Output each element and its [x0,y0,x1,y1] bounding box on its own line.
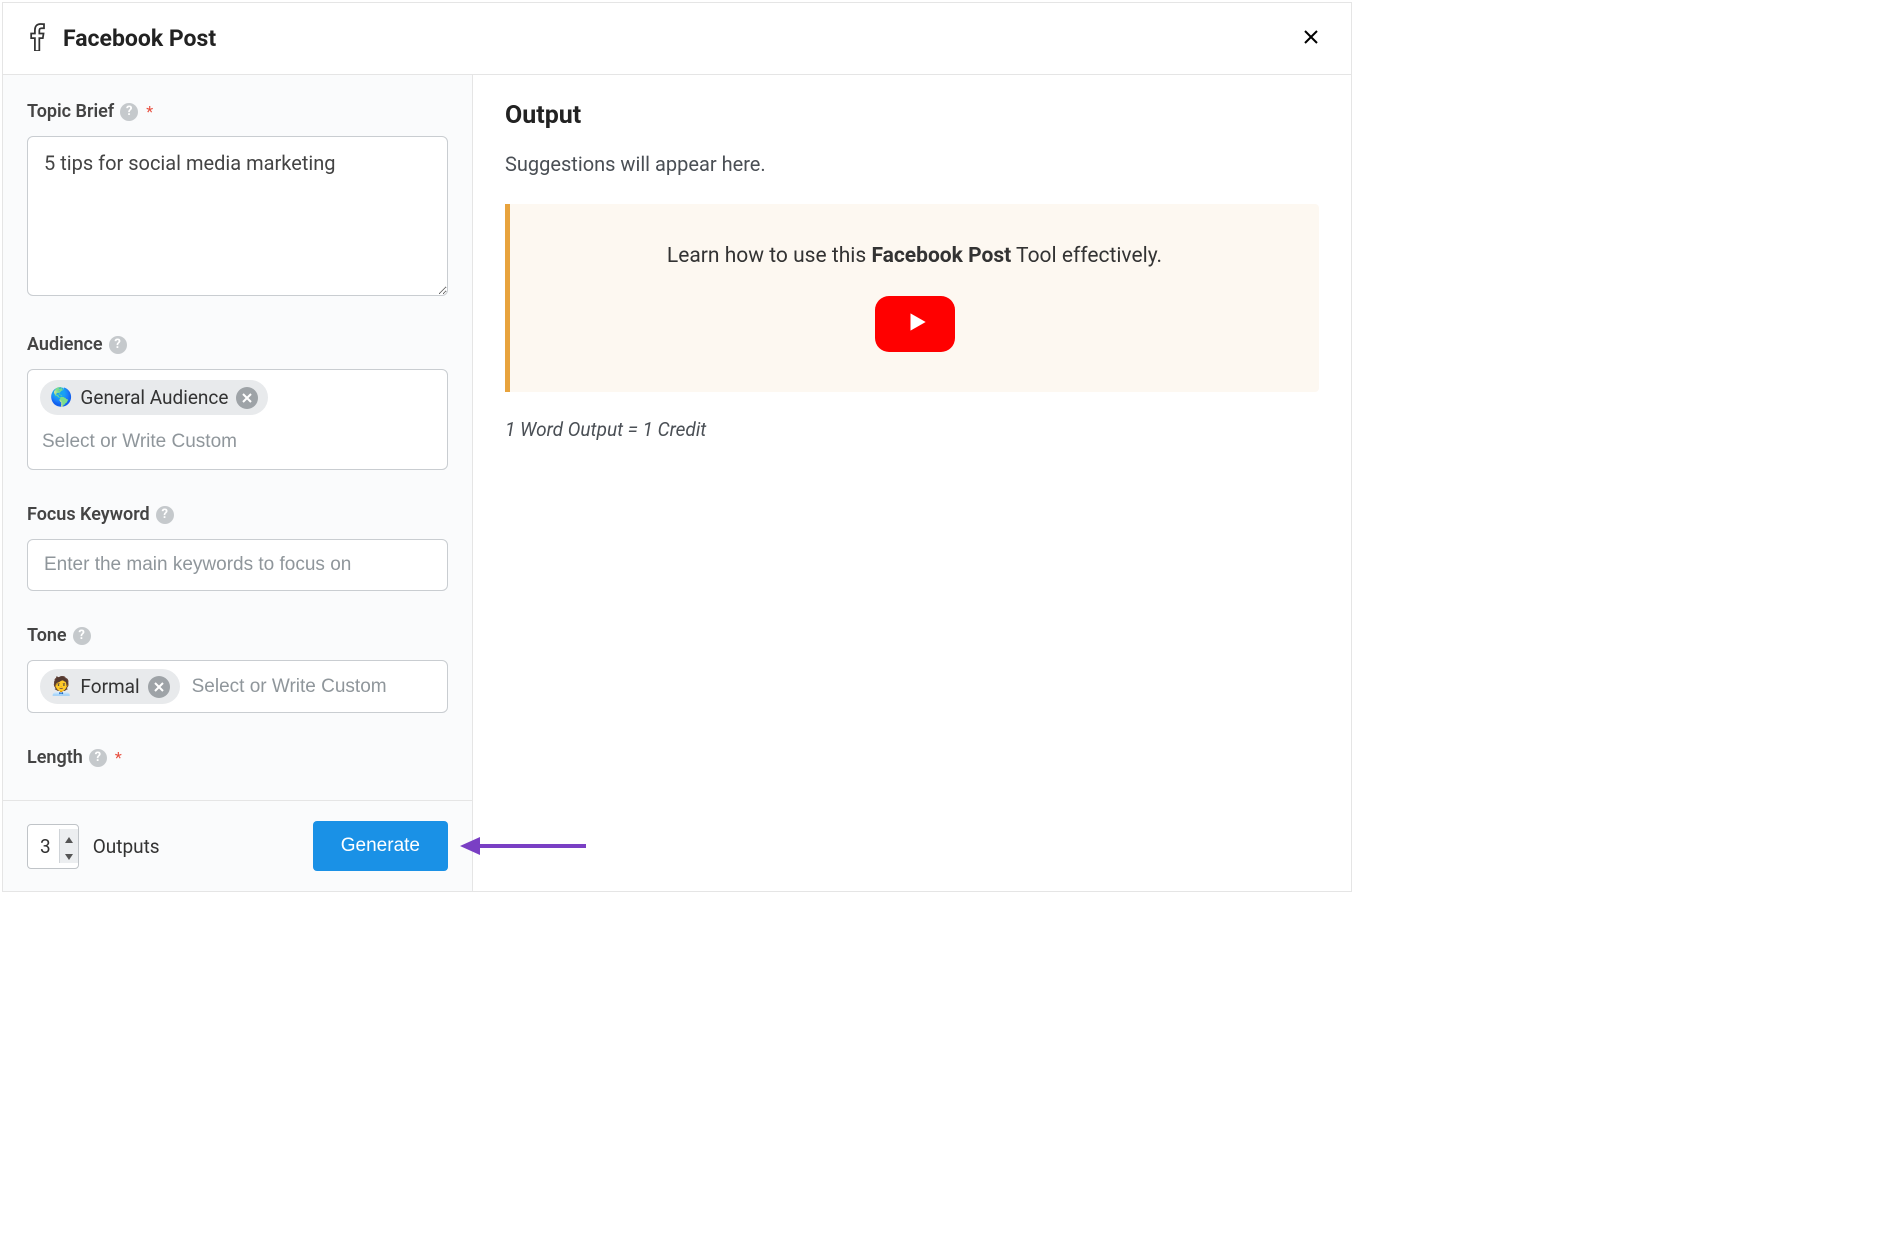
play-icon [900,309,930,339]
audience-input[interactable] [40,425,435,459]
stepper-up[interactable] [60,829,78,846]
person-icon: 🧑‍💼 [50,676,72,697]
audience-chip: 🌎 General Audience [40,380,268,415]
remove-chip-button[interactable] [236,387,258,409]
form-scroll: Topic Brief ? * Audience ? 🌎 General [3,75,472,800]
length-label-row: Length ? * [27,747,448,768]
stepper-down[interactable] [60,846,78,863]
help-icon[interactable]: ? [89,749,107,767]
tone-label: Tone [27,625,67,646]
stepper-buttons [59,829,78,863]
generate-button[interactable]: Generate [313,821,448,871]
audience-label: Audience [27,334,103,355]
facebook-icon [27,23,47,55]
topic-textarea[interactable] [27,136,448,296]
topic-group: Topic Brief ? * [27,101,448,300]
help-icon[interactable]: ? [109,336,127,354]
help-icon[interactable]: ? [73,627,91,645]
audience-label-row: Audience ? [27,334,448,355]
audience-group: Audience ? 🌎 General Audience [27,334,448,470]
tone-tagbox[interactable]: 🧑‍💼 Formal [27,660,448,713]
help-icon[interactable]: ? [120,103,138,121]
outputs-stepper[interactable]: 3 [27,824,79,869]
tone-chip: 🧑‍💼 Formal [40,669,180,704]
required-indicator: * [146,102,153,121]
form-panel: Topic Brief ? * Audience ? 🌎 General [3,75,473,891]
credit-note: 1 Word Output = 1 Credit [505,418,1319,441]
output-subtitle: Suggestions will appear here. [505,152,1319,176]
length-group: Length ? * [27,747,448,768]
topic-label-row: Topic Brief ? * [27,101,448,122]
outputs-value: 3 [28,825,59,868]
page-title: Facebook Post [63,25,1279,52]
required-indicator: * [115,748,122,767]
topic-label: Topic Brief [27,101,114,122]
output-panel: Output Suggestions will appear here. Lea… [473,75,1351,891]
length-label: Length [27,747,83,768]
keyword-label-row: Focus Keyword ? [27,504,448,525]
outputs-label: Outputs [93,835,160,858]
youtube-play-button[interactable] [875,296,955,352]
tutorial-banner: Learn how to use this Facebook Post Tool… [505,204,1319,392]
help-icon[interactable]: ? [156,506,174,524]
audience-chip-label: General Audience [80,386,228,409]
form-footer: 3 Outputs Generate [3,800,472,891]
tone-label-row: Tone ? [27,625,448,646]
keyword-input[interactable] [27,539,448,591]
facebook-post-modal: Facebook Post Topic Brief ? * [2,2,1352,892]
audience-tagbox[interactable]: 🌎 General Audience [27,369,448,470]
globe-icon: 🌎 [50,387,72,408]
chevron-down-icon [65,845,73,864]
output-title: Output [505,101,1319,130]
banner-text: Learn how to use this Facebook Post Tool… [540,244,1289,268]
body: Topic Brief ? * Audience ? 🌎 General [3,75,1351,891]
tone-chip-label: Formal [80,675,139,698]
keyword-group: Focus Keyword ? [27,504,448,591]
remove-chip-button[interactable] [148,676,170,698]
keyword-label: Focus Keyword [27,504,150,525]
tone-group: Tone ? 🧑‍💼 Formal [27,625,448,713]
header: Facebook Post [3,3,1351,75]
close-button[interactable] [1295,21,1327,56]
tone-input[interactable] [190,670,435,704]
close-icon [1299,37,1323,52]
